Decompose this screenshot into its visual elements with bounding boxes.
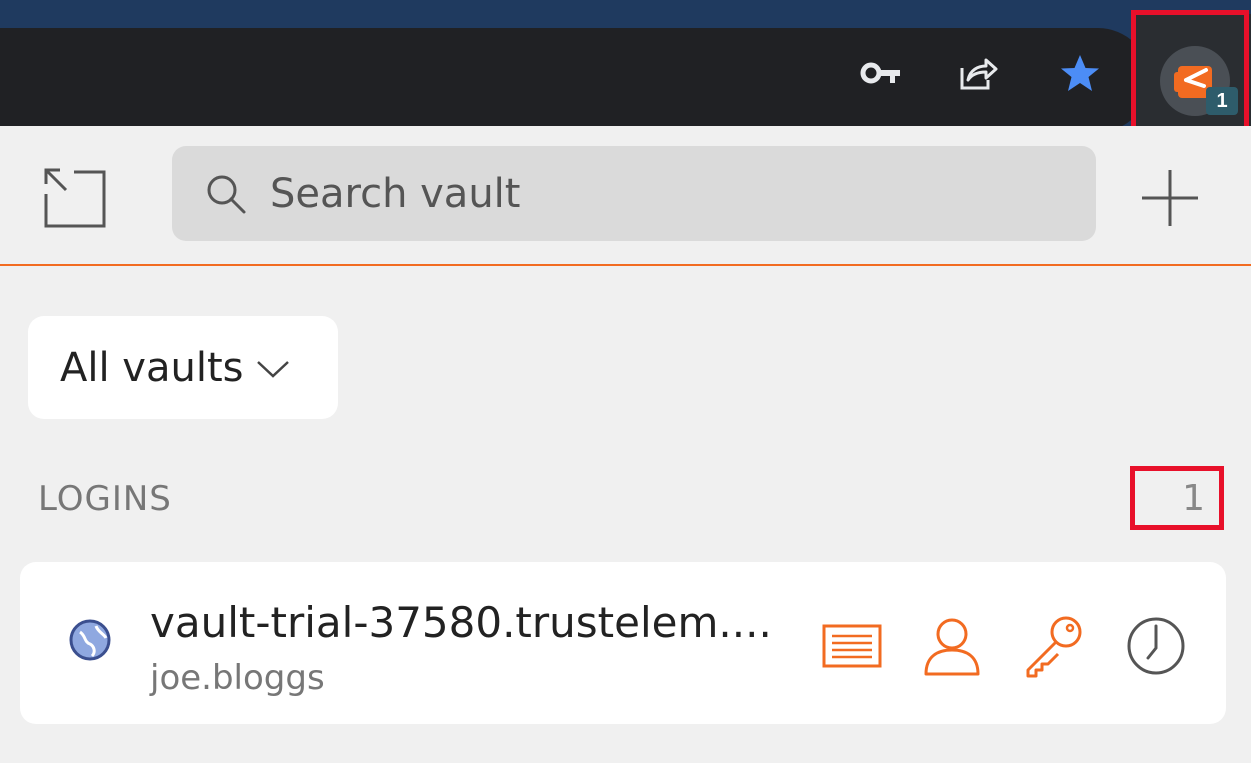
vault-filter-dropdown[interactable]: All vaults [28, 316, 338, 419]
vault-filter-label: All vaults [60, 344, 244, 391]
details-icon[interactable] [820, 614, 884, 678]
password-icon[interactable] [1022, 614, 1086, 678]
plus-icon[interactable] [1134, 162, 1206, 234]
logins-count: 1 [1182, 477, 1205, 519]
globe-icon [68, 618, 112, 662]
search-box[interactable] [172, 146, 1096, 241]
key-icon[interactable] [860, 52, 902, 94]
window-top-strip [0, 0, 1251, 8]
popout-icon[interactable] [40, 164, 110, 234]
logins-section-title: LOGINS [38, 479, 172, 519]
share-icon[interactable] [954, 50, 998, 94]
search-icon [207, 175, 246, 213]
user-icon[interactable] [920, 614, 984, 678]
logins-count-highlight: 1 [1130, 466, 1224, 530]
chevron-down-icon [257, 360, 290, 378]
login-item-title: vault-trial-37580.trustelem.... [150, 598, 772, 647]
popup-header [0, 126, 1251, 266]
vault-popup: All vaults LOGINS 1 vault-trial-37580.tr… [0, 126, 1251, 763]
history-icon[interactable] [1124, 614, 1188, 678]
login-item[interactable]: vault-trial-37580.trustelem.... joe.blog… [20, 562, 1226, 724]
login-item-username: joe.bloggs [150, 658, 325, 698]
star-icon[interactable] [1058, 52, 1102, 96]
highlight-box-extension [1131, 10, 1249, 136]
search-input[interactable] [270, 170, 1050, 217]
